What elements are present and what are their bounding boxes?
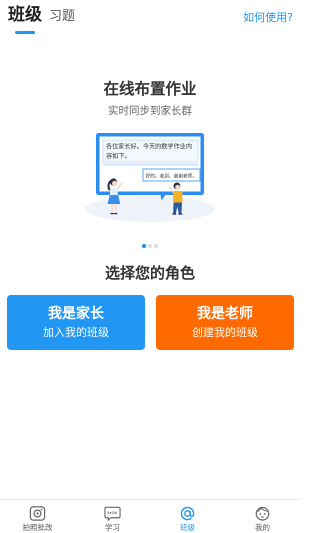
nav-item-photo-grading[interactable]: 拍照批改 <box>0 500 75 533</box>
face <box>112 180 118 186</box>
banner-title: 在线布置作业 <box>103 80 197 98</box>
carousel-dot <box>148 244 152 248</box>
role-heading: 选择您的角色 <box>104 264 195 282</box>
teacher-message-line: 容如下。 <box>106 152 131 160</box>
class-icon <box>180 506 195 521</box>
nav-label: 拍照批改 <box>22 523 53 532</box>
shirt <box>173 191 183 203</box>
how-to-use-link[interactable]: 如何使用? <box>243 10 293 25</box>
active-tab-indicator <box>15 31 35 34</box>
role-options: 我是家长 加入我的班级 我是老师 创建我的班级 <box>7 295 294 350</box>
top-tab-bar: 班级 习题 如何使用? <box>0 0 300 36</box>
carousel-dots <box>0 244 300 248</box>
message-divider <box>103 163 198 166</box>
skirt <box>107 195 121 204</box>
tab-label: 习题 <box>49 9 76 24</box>
role-subtitle: 加入我的班级 <box>43 326 109 339</box>
nav-label: 我的 <box>255 523 270 532</box>
tab-group: 班级 习题 <box>8 4 75 34</box>
banner-subtitle: 实时同步到家长群 <box>108 105 192 117</box>
nav-item-study[interactable]: 学习 <box>75 500 150 533</box>
parent-role-button[interactable]: 我是家长 加入我的班级 <box>7 295 145 350</box>
camera-icon <box>29 506 46 521</box>
role-title: 我是老师 <box>197 306 253 322</box>
role-title: 我是家长 <box>48 306 104 322</box>
tab-exercises[interactable]: 习题 <box>49 6 75 28</box>
teacher-role-button[interactable]: 我是老师 创建我的班级 <box>156 295 294 350</box>
homework-chat-illustration: 各位家长好。今天的数学作业内 容如下。 好的。收到。谢谢老师。 <box>85 133 215 222</box>
ground-shadow <box>85 196 215 222</box>
tab-label: 班级 <box>8 5 42 25</box>
teacher-message-line: 各位家长好。今天的数学作业内 <box>106 143 192 151</box>
role-subtitle: 创建我的班级 <box>192 326 258 339</box>
nav-item-profile[interactable]: 我的 <box>225 500 300 533</box>
profile-icon <box>255 506 270 521</box>
carousel-dot <box>142 244 146 248</box>
nav-label: 学习 <box>105 523 120 532</box>
carousel-dot <box>154 244 158 248</box>
feature-banner[interactable]: 在线布置作业 实时同步到家长群 各位家长好。今天的数学作业内 容如下。 好的。收… <box>0 70 300 238</box>
bottom-nav: 拍照批改 学习 班级 我的 <box>0 499 300 533</box>
top <box>109 187 118 195</box>
face <box>175 184 181 190</box>
tab-class[interactable]: 班级 <box>8 4 42 34</box>
nav-item-class[interactable]: 班级 <box>150 500 225 533</box>
study-icon <box>104 506 121 522</box>
parent-reply-text: 好的。收到。谢谢老师。 <box>146 172 198 179</box>
class-home-screen: 班级 习题 如何使用? 在线布置作业 实时同步到家长群 各位家长好。今天的数学作… <box>0 0 300 533</box>
nav-label: 班级 <box>180 523 195 532</box>
